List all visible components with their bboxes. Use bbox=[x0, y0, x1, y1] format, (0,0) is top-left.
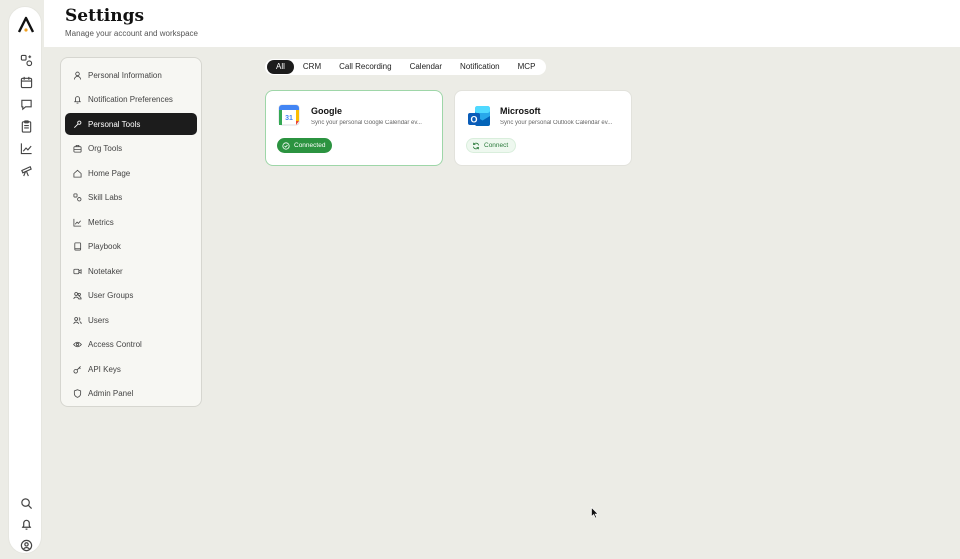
chat-icon[interactable] bbox=[17, 95, 35, 113]
nav-item-label: Personal Tools bbox=[88, 119, 141, 129]
status-label: Connected bbox=[294, 142, 326, 149]
nav-item-label: Notetaker bbox=[88, 266, 123, 276]
integration-card-google[interactable]: 31 Google Sync your personal Google Cale… bbox=[265, 90, 443, 166]
nav-item-notification-preferences[interactable]: Notification Preferences bbox=[65, 89, 197, 111]
bell-icon[interactable] bbox=[17, 515, 35, 533]
user-circle-icon[interactable] bbox=[17, 536, 35, 554]
nav-item-label: Notification Preferences bbox=[88, 95, 173, 104]
filter-mcp[interactable]: MCP bbox=[509, 60, 545, 74]
filter-crm[interactable]: CRM bbox=[294, 60, 330, 74]
telescope-icon[interactable] bbox=[17, 161, 35, 179]
integration-description: Sync your personal Google Calendar ev... bbox=[311, 120, 422, 126]
nav-item-home-page[interactable]: Home Page bbox=[65, 162, 197, 184]
shield-icon bbox=[73, 389, 82, 398]
nav-item-label: Metrics bbox=[88, 217, 114, 227]
metrics-icon[interactable] bbox=[17, 139, 35, 157]
eye-icon bbox=[73, 341, 82, 348]
nav-item-label: Home Page bbox=[88, 168, 131, 178]
nav-item-users[interactable]: Users bbox=[65, 309, 197, 331]
nav-item-notetaker[interactable]: Notetaker bbox=[65, 260, 197, 282]
bell-icon bbox=[73, 96, 82, 104]
check-circle-icon bbox=[282, 141, 290, 150]
nav-item-playbook[interactable]: Playbook bbox=[65, 236, 197, 258]
calendar-icon[interactable] bbox=[17, 73, 35, 91]
nav-item-label: Org Tools bbox=[88, 144, 123, 153]
logo-icon[interactable] bbox=[17, 16, 35, 34]
page-header: Settings Manage your account and workspa… bbox=[44, 0, 960, 47]
filter-calendar[interactable]: Calendar bbox=[401, 60, 451, 74]
nav-item-metrics[interactable]: Metrics bbox=[65, 211, 197, 233]
nav-item-label: API Keys bbox=[88, 364, 121, 374]
filter-all[interactable]: All bbox=[267, 60, 294, 74]
users-icon bbox=[73, 316, 82, 324]
outlook-icon: O bbox=[468, 106, 490, 126]
connected-badge[interactable]: Connected bbox=[277, 138, 333, 153]
status-label: Connect bbox=[484, 142, 509, 149]
settings-nav: Personal Information Notification Prefer… bbox=[60, 57, 202, 407]
nav-item-label: Users bbox=[88, 315, 109, 325]
nav-item-label: User Groups bbox=[88, 291, 134, 300]
search-icon[interactable] bbox=[17, 494, 35, 512]
home-icon bbox=[73, 169, 82, 178]
nav-item-org-tools[interactable]: Org Tools bbox=[65, 138, 197, 160]
nav-item-label: Skill Labs bbox=[88, 193, 123, 202]
users-group-icon bbox=[73, 292, 82, 300]
page-subtitle: Manage your account and workspace bbox=[65, 29, 198, 38]
nav-item-skill-labs[interactable]: Skill Labs bbox=[65, 187, 197, 209]
nav-item-label: Admin Panel bbox=[88, 389, 134, 398]
skills-icon bbox=[73, 193, 82, 202]
wrench-icon bbox=[74, 120, 82, 128]
nav-item-personal-tools[interactable]: Personal Tools bbox=[65, 113, 197, 135]
mouse-cursor-icon bbox=[591, 507, 599, 519]
integration-card-microsoft[interactable]: O Microsoft Sync your personal Outlook C… bbox=[454, 90, 632, 166]
nav-item-access-control[interactable]: Access Control bbox=[65, 334, 197, 356]
user-icon bbox=[73, 71, 82, 80]
integration-name: Google bbox=[311, 106, 342, 116]
nav-item-label: Playbook bbox=[88, 242, 121, 251]
nav-item-api-keys[interactable]: API Keys bbox=[65, 358, 197, 380]
filter-call-recording[interactable]: Call Recording bbox=[330, 60, 400, 74]
page-title: Settings bbox=[65, 6, 145, 26]
nav-item-personal-information[interactable]: Personal Information bbox=[65, 64, 197, 86]
clipboard-icon[interactable] bbox=[17, 117, 35, 135]
nav-item-label: Access Control bbox=[88, 340, 142, 349]
integration-description: Sync your personal Outlook Calendar ev..… bbox=[500, 120, 613, 126]
app-rail bbox=[8, 6, 42, 554]
filter-notification[interactable]: Notification bbox=[451, 60, 509, 74]
calendar-day-number: 31 bbox=[285, 115, 293, 122]
google-calendar-icon: 31 bbox=[278, 104, 300, 126]
refresh-icon bbox=[472, 142, 480, 149]
filter-tabs: All CRM Call Recording Calendar Notifica… bbox=[265, 59, 547, 75]
nav-item-admin-panel[interactable]: Admin Panel bbox=[65, 383, 197, 405]
outlook-letter: O bbox=[470, 115, 477, 125]
toolbox-icon bbox=[73, 144, 82, 153]
key-icon bbox=[73, 365, 81, 374]
nav-item-label: Personal Information bbox=[88, 70, 162, 80]
book-icon bbox=[74, 242, 82, 251]
connect-button[interactable]: Connect bbox=[466, 138, 517, 153]
video-icon bbox=[73, 268, 82, 274]
integration-name: Microsoft bbox=[500, 106, 541, 116]
skills-icon[interactable] bbox=[17, 51, 35, 69]
chart-line-icon bbox=[73, 218, 82, 227]
nav-item-user-groups[interactable]: User Groups bbox=[65, 285, 197, 307]
